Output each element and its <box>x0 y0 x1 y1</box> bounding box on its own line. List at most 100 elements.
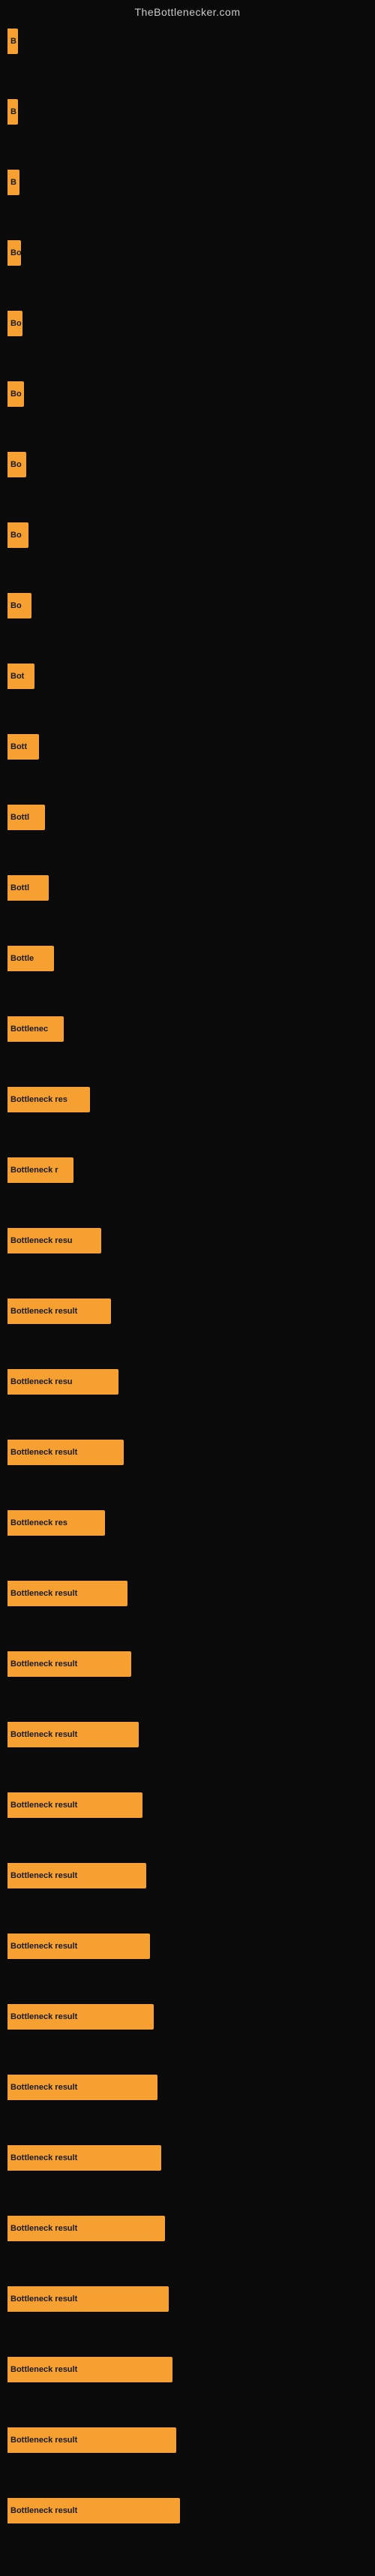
bar-label-8: Bo <box>10 531 22 540</box>
bar-26: Bottleneck result <box>8 1792 142 1818</box>
bar-row-5: Bo <box>8 311 368 336</box>
bar-label-32: Bottleneck result <box>10 2224 77 2233</box>
site-title-text: TheBottlenecker.com <box>134 6 240 18</box>
bar-18: Bottleneck resu <box>8 1228 101 1253</box>
bar-row-25: Bottleneck result <box>8 1722 368 1747</box>
bar-label-34: Bottleneck result <box>10 2365 77 2374</box>
bar-row-7: Bo <box>8 452 368 477</box>
bar-row-1: B <box>8 29 368 54</box>
bar-24: Bottleneck result <box>8 1651 131 1677</box>
bar-row-22: Bottleneck res <box>8 1510 368 1536</box>
bar-row-11: Bott <box>8 734 368 760</box>
bar-row-3: B <box>8 170 368 195</box>
bar-2: B <box>8 99 18 125</box>
bar-32: Bottleneck result <box>8 2216 165 2241</box>
bar-35: Bottleneck result <box>8 2427 176 2453</box>
bar-row-20: Bottleneck resu <box>8 1369 368 1395</box>
bar-row-10: Bot <box>8 664 368 689</box>
bar-row-14: Bottle <box>8 946 368 971</box>
bar-label-12: Bottl <box>10 813 29 822</box>
bar-label-5: Bo <box>10 319 22 328</box>
bar-row-21: Bottleneck result <box>8 1440 368 1465</box>
bar-label-24: Bottleneck result <box>10 1660 77 1669</box>
bar-row-26: Bottleneck result <box>8 1792 368 1818</box>
bar-25: Bottleneck result <box>8 1722 139 1747</box>
bar-row-9: Bo <box>8 593 368 618</box>
bar-label-16: Bottleneck res <box>10 1095 68 1104</box>
bar-row-17: Bottleneck r <box>8 1157 368 1183</box>
bar-row-29: Bottleneck result <box>8 2004 368 2030</box>
bar-label-3: B <box>10 178 16 187</box>
bar-label-35: Bottleneck result <box>10 2436 77 2445</box>
bar-row-23: Bottleneck result <box>8 1581 368 1606</box>
bar-31: Bottleneck result <box>8 2145 161 2171</box>
bar-6: Bo <box>8 381 24 407</box>
bar-16: Bottleneck res <box>8 1087 90 1112</box>
bar-17: Bottleneck r <box>8 1157 74 1183</box>
bar-label-36: Bottleneck result <box>10 2506 77 2515</box>
bar-label-33: Bottleneck result <box>10 2295 77 2304</box>
bar-10: Bot <box>8 664 34 689</box>
bar-row-6: Bo <box>8 381 368 407</box>
bar-12: Bottl <box>8 805 45 830</box>
bar-29: Bottleneck result <box>8 2004 154 2030</box>
bar-label-21: Bottleneck result <box>10 1448 77 1457</box>
bar-label-4: Bo <box>10 248 21 257</box>
bar-label-17: Bottleneck r <box>10 1166 58 1175</box>
bar-7: Bo <box>8 452 26 477</box>
bar-1: B <box>8 29 18 54</box>
bar-label-25: Bottleneck result <box>10 1730 77 1739</box>
bar-30: Bottleneck result <box>8 2075 158 2100</box>
bar-label-6: Bo <box>10 390 22 399</box>
bar-label-29: Bottleneck result <box>10 2012 77 2021</box>
bar-label-18: Bottleneck resu <box>10 1236 73 1245</box>
bar-21: Bottleneck result <box>8 1440 124 1465</box>
bar-label-31: Bottleneck result <box>10 2153 77 2162</box>
bar-13: Bottl <box>8 875 49 901</box>
bar-14: Bottle <box>8 946 54 971</box>
bar-label-11: Bott <box>10 742 27 751</box>
bar-27: Bottleneck result <box>8 1863 146 1888</box>
bar-row-13: Bottl <box>8 875 368 901</box>
bar-row-34: Bottleneck result <box>8 2357 368 2382</box>
bar-22: Bottleneck res <box>8 1510 105 1536</box>
bar-label-7: Bo <box>10 460 22 469</box>
bar-row-2: B <box>8 99 368 125</box>
bar-19: Bottleneck result <box>8 1299 111 1324</box>
bar-row-27: Bottleneck result <box>8 1863 368 1888</box>
bar-3: B <box>8 170 20 195</box>
bar-row-19: Bottleneck result <box>8 1299 368 1324</box>
bar-20: Bottleneck resu <box>8 1369 118 1395</box>
bar-label-15: Bottlenec <box>10 1025 48 1034</box>
bar-label-28: Bottleneck result <box>10 1942 77 1951</box>
bar-5: Bo <box>8 311 22 336</box>
bar-label-13: Bottl <box>10 883 29 892</box>
bar-row-15: Bottlenec <box>8 1016 368 1042</box>
bar-label-30: Bottleneck result <box>10 2083 77 2092</box>
bar-4: Bo <box>8 240 21 266</box>
bar-36: Bottleneck result <box>8 2498 180 2523</box>
bar-label-1: B <box>10 37 16 46</box>
bar-row-32: Bottleneck result <box>8 2216 368 2241</box>
bar-33: Bottleneck result <box>8 2286 169 2312</box>
bar-label-14: Bottle <box>10 954 34 963</box>
bar-label-2: B <box>10 107 16 116</box>
bar-row-30: Bottleneck result <box>8 2075 368 2100</box>
site-title: TheBottlenecker.com <box>0 0 375 21</box>
bar-11: Bott <box>8 734 39 760</box>
bar-label-20: Bottleneck resu <box>10 1377 73 1386</box>
bar-row-8: Bo <box>8 522 368 548</box>
bar-row-35: Bottleneck result <box>8 2427 368 2453</box>
bar-34: Bottleneck result <box>8 2357 172 2382</box>
bar-row-16: Bottleneck res <box>8 1087 368 1112</box>
bar-label-27: Bottleneck result <box>10 1871 77 1880</box>
bar-9: Bo <box>8 593 32 618</box>
bar-label-10: Bot <box>10 672 24 681</box>
bar-row-28: Bottleneck result <box>8 1934 368 1959</box>
bar-row-12: Bottl <box>8 805 368 830</box>
bar-15: Bottlenec <box>8 1016 64 1042</box>
bar-row-33: Bottleneck result <box>8 2286 368 2312</box>
bar-label-9: Bo <box>10 601 22 610</box>
bar-label-26: Bottleneck result <box>10 1801 77 1810</box>
bar-8: Bo <box>8 522 28 548</box>
